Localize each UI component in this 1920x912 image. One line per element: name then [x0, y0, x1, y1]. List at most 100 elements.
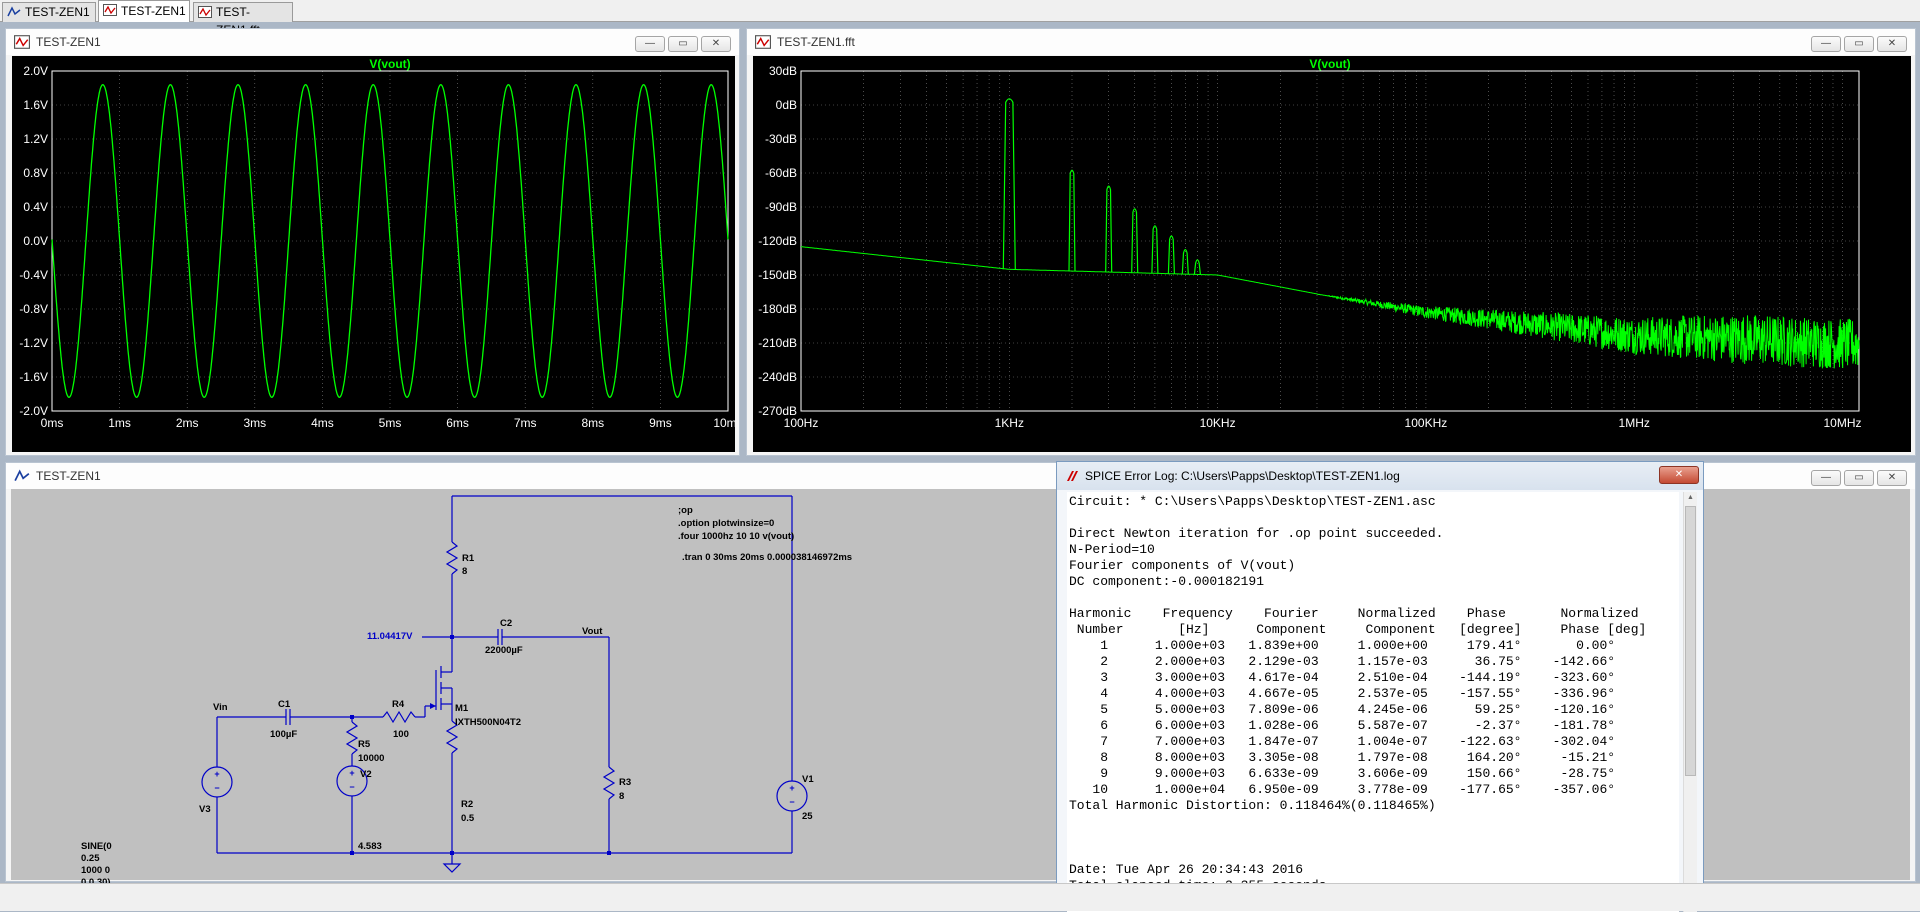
tab-label: TEST-ZEN1: [121, 4, 186, 18]
svg-text:−: −: [789, 797, 794, 807]
y-tick-label: -240dB: [758, 370, 797, 384]
ltspice-icon: [1067, 471, 1078, 481]
x-tick-label: 6ms: [446, 416, 469, 430]
window-title: TEST-ZEN1: [36, 469, 101, 483]
spice-error-log-dialog: SPICE Error Log: C:\Users\Papps\Desktop\…: [1056, 461, 1704, 912]
harmonic-peak: [1181, 248, 1189, 275]
svg-text:−: −: [214, 783, 219, 793]
harmonic-peak: [1167, 235, 1175, 274]
schematic-drawing[interactable]: + − + − + −: [11, 489, 1051, 880]
y-tick-label: 30dB: [769, 64, 797, 78]
tab-waveform[interactable]: TEST-ZEN1: [98, 0, 190, 22]
log-line: 9 9.000e+03 6.633e-09 3.606e-09 150.66° …: [1069, 766, 1616, 781]
fft-plot[interactable]: 30dB 0dB -30dB -60dB -90dB -120dB -150dB -180dB…: [753, 56, 1911, 452]
tab-label: TEST-ZEN1: [25, 5, 90, 19]
waveform-icon: [198, 6, 212, 18]
label-m1-value: IXTH500N04T2: [455, 717, 522, 728]
log-line: Date: Tue Apr 26 20:34:43 2016: [1069, 862, 1304, 877]
vertical-scrollbar[interactable]: ▲: [1683, 492, 1697, 912]
label-v1-value: 25: [802, 811, 813, 822]
close-button[interactable]: ✕: [701, 36, 731, 52]
time-plot-window: TEST-ZEN1 — ▭ ✕ 2.0V 1.6V 1.2V 0.8V 0.4V 0.0V…: [5, 28, 743, 456]
x-tick-label: 10MHz: [1823, 416, 1861, 430]
document-tab-strip: TEST-ZEN1 TEST-ZEN1 TEST-ZEN1.fft: [0, 0, 1920, 37]
trace-label[interactable]: V(vout): [369, 57, 410, 71]
y-tick-label: -90dB: [765, 200, 797, 214]
log-line: 10 1.000e+04 6.950e-09 3.778e-09 -177.65…: [1069, 782, 1616, 797]
x-tick-label: 100KHz: [1405, 416, 1448, 430]
label-v2-value: 4.583: [358, 841, 382, 852]
tab-schematic[interactable]: TEST-ZEN1: [2, 2, 96, 22]
minimize-button[interactable]: —: [1811, 36, 1841, 52]
close-button[interactable]: ✕: [1877, 36, 1907, 52]
net-vout: Vout: [582, 626, 603, 637]
x-tick-label: 10KHz: [1200, 416, 1236, 430]
y-tick-label: -1.2V: [19, 336, 48, 350]
y-tick-label: 0.4V: [23, 200, 48, 214]
directive-four: .four 1000hz 10 10 v(vout): [678, 531, 795, 542]
maximize-button[interactable]: ▭: [1844, 36, 1874, 52]
schematic-icon: [7, 6, 21, 17]
minimize-button[interactable]: —: [635, 36, 665, 52]
label-r3-value: 8: [619, 791, 625, 802]
maximize-button[interactable]: ▭: [668, 36, 698, 52]
label-r3-name: R3: [619, 777, 632, 788]
waveform-icon: [14, 35, 30, 49]
label-r5-name: R5: [358, 739, 371, 750]
window-title-bar: TEST-ZEN1 — ▭ ✕: [6, 29, 739, 55]
log-line: 1 1.000e+03 1.839e+00 1.000e+00 179.41° …: [1069, 638, 1616, 653]
y-tick-label: -0.4V: [19, 268, 48, 282]
net-vin: Vin: [213, 702, 228, 713]
svg-text:+: +: [349, 768, 354, 778]
scroll-up-icon[interactable]: ▲: [1685, 494, 1696, 504]
x-tick-label: 1ms: [108, 416, 131, 430]
x-tick-label: 7ms: [514, 416, 537, 430]
y-tick-label: 1.2V: [23, 132, 48, 146]
log-line: 6 6.000e+03 1.028e-06 5.587e-07 -2.37° -…: [1069, 718, 1616, 733]
y-tick-label: -210dB: [758, 336, 797, 350]
y-tick-label: -180dB: [758, 302, 797, 316]
svg-text:+: +: [214, 769, 219, 779]
x-tick-label: 2ms: [176, 416, 199, 430]
log-line: Total Harmonic Distortion: 0.118464%(0.1…: [1069, 798, 1436, 813]
y-tick-label: 0.0V: [23, 234, 48, 248]
time-plot[interactable]: 2.0V 1.6V 1.2V 0.8V 0.4V 0.0V -0.4V -0.8V -1.2V -…: [12, 56, 743, 452]
maximize-button[interactable]: ▭: [1844, 470, 1874, 486]
time-chart-svg[interactable]: 2.0V 1.6V 1.2V 0.8V 0.4V 0.0V -0.4V -0.8V -1.2V -…: [12, 56, 742, 452]
label-r2-value: 0.5: [461, 813, 475, 824]
waveform-icon: [755, 35, 771, 49]
log-text-area[interactable]: Circuit: * C:\Users\Papps\Desktop\TEST-Z…: [1067, 492, 1679, 912]
spice-directives[interactable]: ;op .option plotwinsize=0 .four 1000hz 1…: [678, 504, 852, 564]
label-r4-name: R4: [392, 699, 405, 710]
scrollbar-thumb[interactable]: [1685, 506, 1696, 776]
label-r4-value: 100: [393, 729, 409, 740]
label-c1-value: 100µF: [270, 729, 298, 740]
window-title-bar: TEST-ZEN1.fft — ▭ ✕: [747, 29, 1915, 55]
tab-fft[interactable]: TEST-ZEN1.fft: [193, 2, 293, 37]
fft-chart-svg[interactable]: 30dB 0dB -30dB -60dB -90dB -120dB -150dB -180dB…: [753, 56, 1911, 452]
window-title: TEST-ZEN1.fft: [777, 35, 855, 49]
window-title: TEST-ZEN1: [36, 35, 101, 49]
trace-label[interactable]: V(vout): [1309, 57, 1350, 71]
log-line: Circuit: * C:\Users\Papps\Desktop\TEST-Z…: [1069, 494, 1436, 509]
log-line: DC component:-0.000182191: [1069, 574, 1265, 589]
y-tick-label: -120dB: [758, 234, 797, 248]
y-tick-label: 0dB: [776, 98, 797, 112]
y-tick-label: 2.0V: [23, 64, 48, 78]
y-tick-label: 0.8V: [23, 166, 48, 180]
minimize-button[interactable]: —: [1811, 470, 1841, 486]
close-button[interactable]: ✕: [1877, 470, 1907, 486]
y-tick-label: -0.8V: [19, 302, 48, 316]
label-c2-value: 22000µF: [485, 645, 523, 656]
x-tick-label: 0ms: [41, 416, 64, 430]
status-bar: [0, 883, 1920, 911]
close-button[interactable]: ✕: [1659, 466, 1699, 484]
svg-text:+: +: [789, 783, 794, 793]
label-m1-name: M1: [455, 703, 469, 714]
dialog-title-bar[interactable]: SPICE Error Log: C:\Users\Papps\Desktop\…: [1057, 462, 1703, 490]
waveform-icon: [103, 4, 117, 16]
